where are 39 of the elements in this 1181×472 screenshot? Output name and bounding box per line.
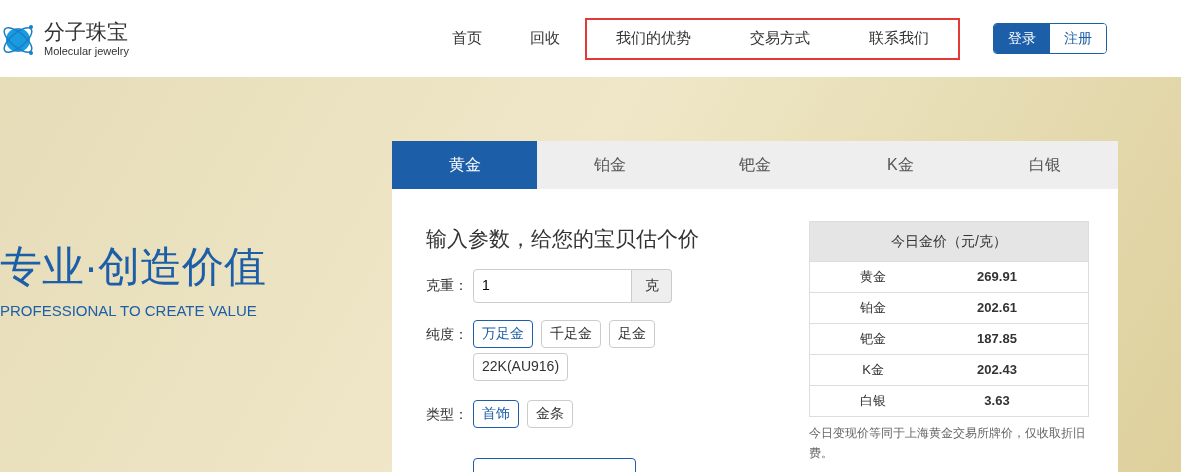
metal-name: K金: [861, 361, 885, 380]
field-label: 纯度：: [426, 324, 469, 344]
nav-link[interactable]: 交易方式: [750, 27, 810, 50]
metal-tab[interactable]: 铂金: [537, 141, 683, 189]
hero-subtitle: PROFESSIONAL TO CREATE VALUE: [0, 301, 258, 321]
form-heading: 输入参数，给您的宝贝估个价: [426, 226, 700, 252]
option-button[interactable]: 首饰: [473, 399, 519, 428]
metal-tab[interactable]: K金: [827, 141, 973, 189]
nav-link[interactable]: 回收: [530, 27, 560, 50]
metal-tab[interactable]: 黄金: [392, 141, 538, 189]
metal-price: 202.43: [976, 361, 1018, 380]
nav-link[interactable]: 我们的优势: [616, 27, 692, 50]
unit-label: 克: [632, 268, 672, 303]
metal-name: 钯金: [859, 330, 887, 349]
logo-name: 分子珠宝: [44, 19, 129, 45]
metal-tab[interactable]: 钯金: [682, 141, 828, 189]
hero-title: 专业·创造价值: [0, 242, 267, 292]
logo-tagline: Molecular jewelry: [44, 45, 129, 58]
metal-price: 202.61: [976, 299, 1018, 318]
nav-link[interactable]: 联系我们: [868, 27, 929, 50]
metal-name: 铂金: [859, 299, 887, 318]
metal-price: 3.63: [983, 392, 1011, 411]
weight-field[interactable]: 1: [473, 268, 632, 303]
option-button[interactable]: 足金: [609, 319, 655, 348]
metal-price: 187.85: [976, 330, 1018, 349]
field-label: 克重：: [426, 276, 469, 295]
auth-button[interactable]: 登录: [994, 24, 1050, 53]
price-note: 今日变现价等同于上海黄金交易所牌价，仅收取折旧费。: [809, 425, 1086, 462]
option-button[interactable]: 万足金: [473, 319, 533, 348]
option-button[interactable]: 千足金: [541, 319, 601, 348]
option-button[interactable]: 22K(AU916): [473, 352, 569, 381]
nav-link[interactable]: 首页: [452, 27, 482, 50]
metal-price: 269.91: [976, 268, 1018, 287]
option-button[interactable]: 金条: [527, 399, 573, 428]
price-table-header: 今日金价（元/克）: [810, 222, 1088, 261]
metal-tab[interactable]: 白银: [972, 141, 1118, 189]
metal-name: 黄金: [859, 268, 887, 287]
metal-name: 白银: [859, 392, 887, 411]
field-label: 类型：: [426, 404, 469, 424]
